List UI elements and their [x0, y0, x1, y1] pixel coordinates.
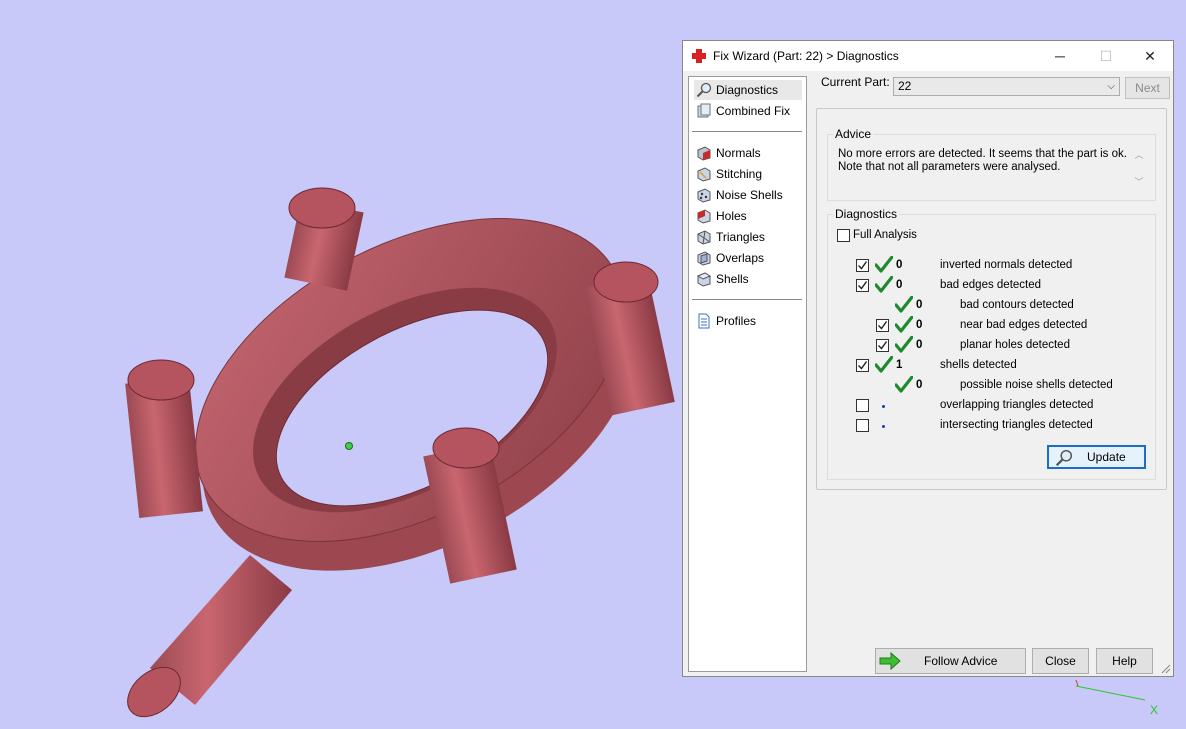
diagnostic-label: shells detected	[940, 359, 1017, 371]
diagnostic-label: bad contours detected	[960, 299, 1074, 311]
diagnostic-label: bad edges detected	[940, 279, 1042, 291]
sidebar-divider	[692, 299, 802, 300]
arrow-right-icon	[879, 652, 901, 670]
sidebar-item-overlaps[interactable]: Overlaps	[694, 248, 802, 268]
diagnostic-count: 0	[916, 299, 923, 311]
green-check-icon	[874, 255, 894, 273]
advice-line: No more errors are detected. It seems th…	[838, 148, 1127, 160]
diagnostic-checkbox[interactable]	[856, 259, 869, 272]
combined-fix-icon	[697, 103, 711, 118]
scroll-down-icon[interactable]: ﹀	[1133, 175, 1145, 188]
green-check-icon	[874, 275, 894, 293]
green-check-icon	[894, 295, 914, 313]
sidebar-item-label: Holes	[716, 209, 747, 223]
sidebar-item-label: Stitching	[716, 167, 763, 181]
title-bar[interactable]: Fix Wizard (Part: 22) > Diagnostics ─ ☐ …	[683, 41, 1173, 71]
sidebar: Diagnostics Combined Fix Normals Stitchi…	[688, 76, 807, 672]
diagnostic-label: inverted normals detected	[940, 259, 1073, 271]
green-check-icon	[894, 315, 914, 333]
scroll-up-icon[interactable]: ︿	[1133, 148, 1145, 161]
update-button[interactable]: Update	[1047, 445, 1146, 469]
axis-indicator: X	[1075, 679, 1158, 717]
diagnostic-count: 0	[916, 319, 923, 331]
normals-icon	[697, 146, 711, 161]
sidebar-item-shells[interactable]: Shells	[694, 269, 802, 289]
diagnostic-count: 0	[896, 259, 903, 271]
noise-shells-icon	[697, 188, 711, 203]
sidebar-item-label: Normals	[716, 146, 761, 160]
sidebar-item-label: Diagnostics	[716, 83, 779, 97]
full-analysis-label: Full Analysis	[853, 229, 917, 241]
full-analysis-checkbox[interactable]	[837, 229, 850, 242]
stitching-icon	[697, 167, 711, 182]
diagnostic-label: planar holes detected	[960, 339, 1070, 351]
diagnostic-label: intersecting triangles detected	[940, 419, 1093, 431]
sidebar-item-combined-fix[interactable]: Combined Fix	[694, 101, 802, 121]
sidebar-item-label: Overlaps	[716, 251, 765, 265]
sidebar-item-label: Profiles	[716, 314, 757, 328]
svg-text:X: X	[1150, 703, 1158, 717]
sidebar-item-label: Triangles	[716, 230, 765, 244]
diagnostic-checkbox[interactable]	[876, 319, 889, 332]
advice-title: Advice	[833, 127, 874, 141]
green-check-icon	[874, 355, 894, 373]
part-model[interactable]	[118, 152, 693, 727]
sidebar-item-label: Shells	[716, 272, 749, 286]
diagnostic-label: near bad edges detected	[960, 319, 1088, 331]
diagnostic-checkbox[interactable]	[856, 359, 869, 372]
help-button[interactable]: Help	[1096, 648, 1153, 674]
current-part-dropdown[interactable]: 22 ⌵	[893, 77, 1120, 96]
current-part-label: Current Part:	[821, 75, 890, 89]
sidebar-item-label: Noise Shells	[716, 188, 783, 202]
red-cross-icon	[692, 49, 706, 63]
chevron-down-icon: ⌵	[1107, 81, 1115, 92]
current-part-value: 22	[898, 79, 912, 93]
diagnostic-count: 0	[916, 379, 923, 391]
shells-icon	[696, 272, 712, 287]
diagnostic-count: 0	[916, 339, 923, 351]
close-window-button[interactable]: ✕	[1127, 41, 1173, 71]
sidebar-divider	[692, 131, 802, 132]
document-icon	[698, 313, 710, 329]
sidebar-item-triangles[interactable]: Triangles	[694, 227, 802, 247]
sidebar-item-normals[interactable]: Normals	[694, 143, 802, 163]
advice-text: No more errors are detected. It seems th…	[838, 148, 1138, 174]
diagnostic-count: 1	[896, 359, 903, 371]
magnifier-icon	[1055, 449, 1073, 467]
magnifier-icon	[696, 82, 712, 98]
sidebar-item-stitching[interactable]: Stitching	[694, 164, 802, 184]
diagnostic-label: overlapping triangles detected	[940, 399, 1094, 411]
follow-advice-button[interactable]: Follow Advice	[875, 648, 1026, 674]
sidebar-item-noise-shells[interactable]: Noise Shells	[694, 185, 802, 205]
triangles-icon	[697, 230, 711, 245]
sidebar-item-diagnostics[interactable]: Diagnostics	[694, 80, 802, 100]
diagnostic-checkbox[interactable]	[856, 419, 869, 432]
window-title: Fix Wizard (Part: 22) > Diagnostics	[713, 49, 899, 63]
overlaps-icon	[697, 251, 711, 266]
resize-grip-icon[interactable]	[1161, 664, 1171, 674]
diagnostic-checkbox[interactable]	[856, 279, 869, 292]
green-check-icon	[894, 335, 914, 353]
diagnostic-checkbox[interactable]	[856, 399, 869, 412]
update-label: Update	[1087, 450, 1126, 464]
advice-scrollbar[interactable]: ︿ ﹀	[1133, 148, 1145, 194]
sidebar-item-label: Combined Fix	[716, 104, 791, 118]
fix-wizard-window: Fix Wizard (Part: 22) > Diagnostics ─ ☐ …	[682, 40, 1174, 677]
diagnostic-count: 0	[896, 279, 903, 291]
diagnostics-title: Diagnostics	[833, 207, 900, 221]
holes-icon	[697, 209, 711, 224]
advice-line: Note that not all parameters were analys…	[838, 161, 1061, 173]
minimize-button[interactable]: ─	[1037, 41, 1083, 71]
pending-dot-icon	[882, 405, 885, 408]
next-button[interactable]: Next	[1125, 77, 1170, 99]
green-check-icon	[894, 375, 914, 393]
follow-advice-label: Follow Advice	[924, 654, 998, 668]
sidebar-item-holes[interactable]: Holes	[694, 206, 802, 226]
pending-dot-icon	[882, 425, 885, 428]
close-button[interactable]: Close	[1032, 648, 1089, 674]
diagnostic-label: possible noise shells detected	[960, 379, 1113, 391]
diagnostic-checkbox[interactable]	[876, 339, 889, 352]
sidebar-item-profiles[interactable]: Profiles	[694, 311, 802, 331]
maximize-button[interactable]: ☐	[1083, 41, 1129, 71]
